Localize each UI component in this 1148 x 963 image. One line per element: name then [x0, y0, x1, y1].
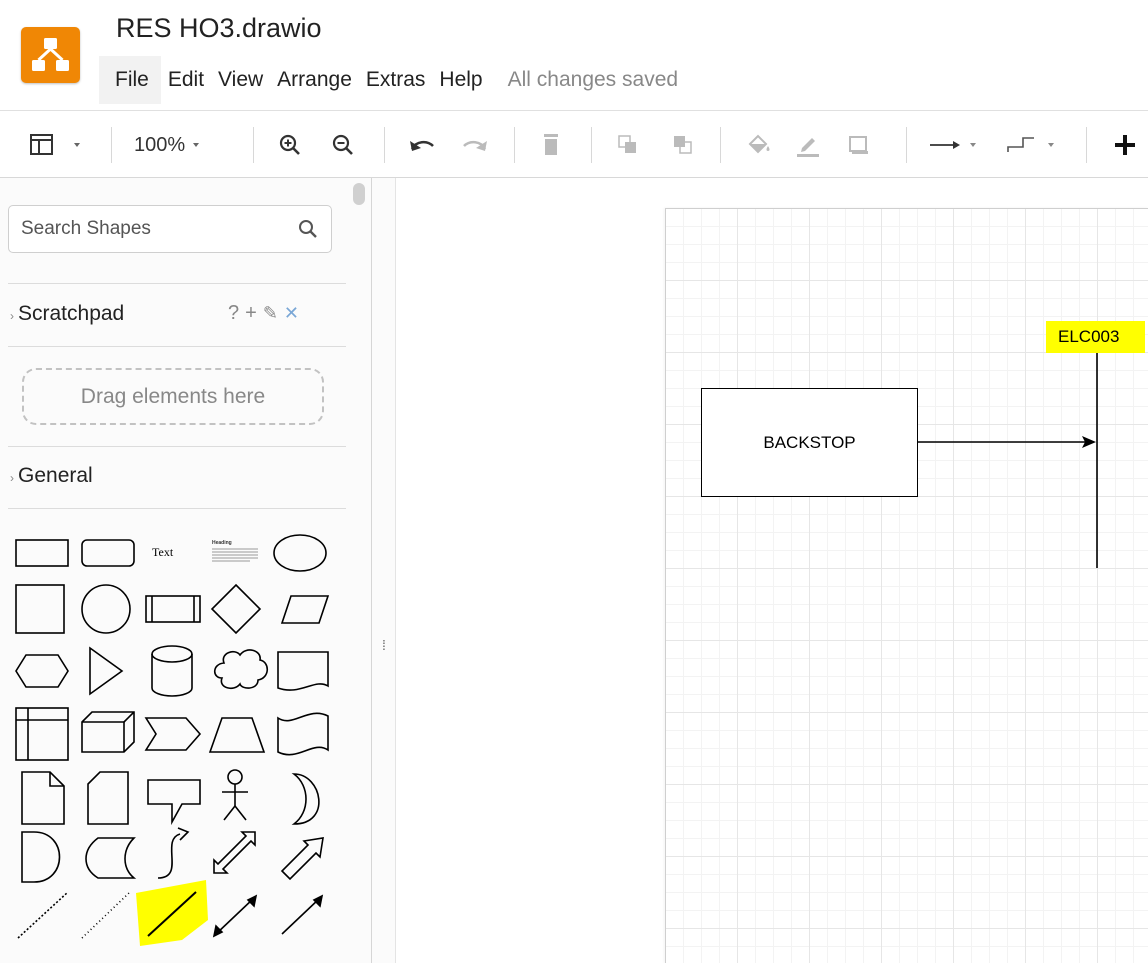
- diagram-connectors: [918, 353, 1098, 568]
- elc003-label[interactable]: ELC003: [1046, 321, 1145, 353]
